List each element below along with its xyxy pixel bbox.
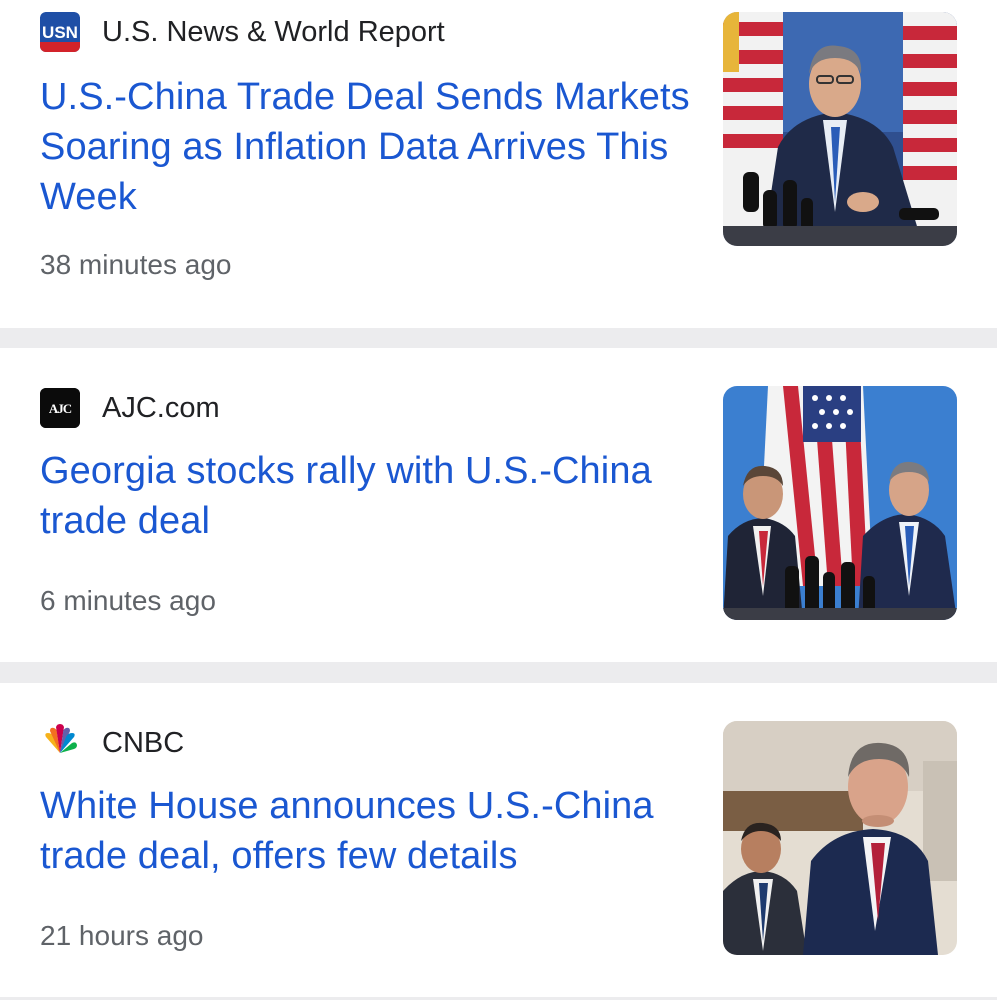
article-thumbnail[interactable] xyxy=(723,386,957,620)
article-headline[interactable]: White House announces U.S.-China trade d… xyxy=(40,781,690,881)
source-row: AJC AJC.com xyxy=(40,388,220,428)
article-thumbnail[interactable] xyxy=(723,721,957,955)
article-headline[interactable]: U.S.-China Trade Deal Sends Markets Soar… xyxy=(40,72,690,222)
ajc-logo-icon: AJC xyxy=(40,388,80,428)
news-card[interactable]: AJC AJC.com Georgia stocks rally with U.… xyxy=(0,348,997,662)
source-name: CNBC xyxy=(102,726,185,759)
news-card[interactable]: USN U.S. News & World Report U.S.-China … xyxy=(0,0,997,328)
cnbc-peacock-icon xyxy=(40,723,80,763)
news-feed: USN U.S. News & World Report U.S.-China … xyxy=(0,0,997,1000)
article-timestamp: 6 minutes ago xyxy=(40,585,216,616)
card-divider xyxy=(0,328,997,348)
ajc-logo-text: AJC xyxy=(49,401,72,416)
source-row: CNBC xyxy=(40,723,184,763)
source-name: AJC.com xyxy=(102,391,220,424)
article-timestamp: 21 hours ago xyxy=(40,920,204,951)
usnews-logo-text: USN xyxy=(42,23,78,42)
source-row: USN U.S. News & World Report xyxy=(40,12,445,52)
card-divider xyxy=(0,662,997,683)
source-name: U.S. News & World Report xyxy=(102,15,445,48)
article-thumbnail[interactable] xyxy=(723,12,957,246)
article-headline[interactable]: Georgia stocks rally with U.S.-China tra… xyxy=(40,446,690,546)
news-card[interactable]: CNBC White House announces U.S.-China tr… xyxy=(0,683,997,997)
usnews-logo-icon: USN xyxy=(40,12,80,52)
article-timestamp: 38 minutes ago xyxy=(40,249,232,280)
